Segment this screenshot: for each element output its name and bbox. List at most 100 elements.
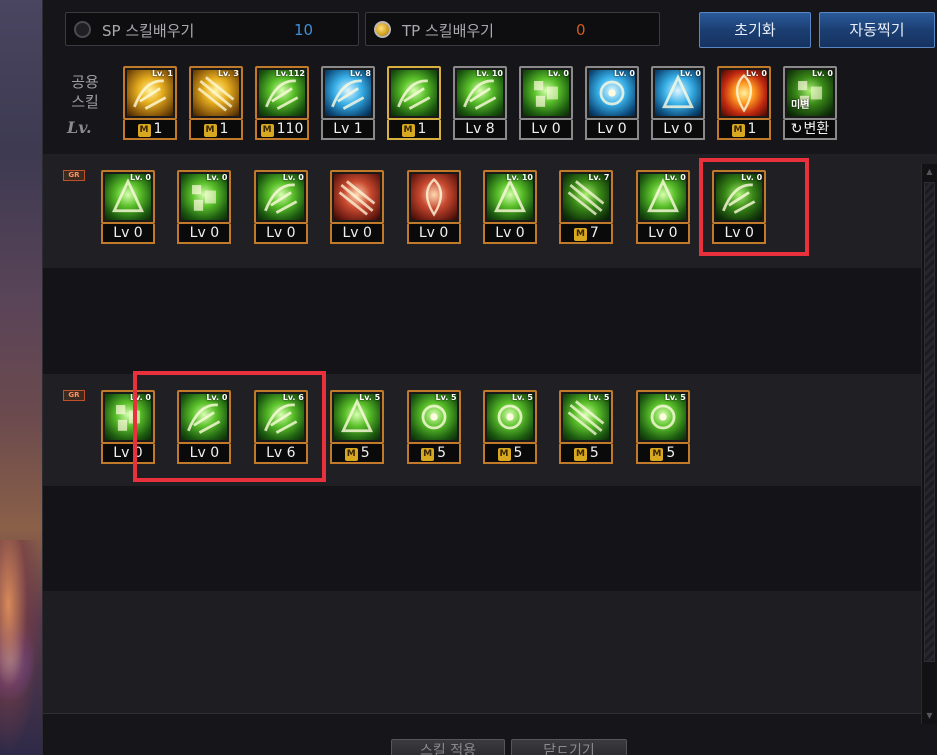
skill-slot[interactable]: Lv. 5 M5 (559, 390, 614, 464)
skill-icon-frame[interactable]: Lv. 5 (483, 390, 537, 444)
skill-slot[interactable]: Lv. 5 M5 (330, 390, 385, 464)
skill-slot[interactable]: Lv. 6 Lv 6 (253, 390, 308, 464)
skill-level: M5 (559, 444, 614, 464)
skill-slot[interactable]: Lv. 5 M5 (635, 390, 690, 464)
skill-level-value: Lv 0 (113, 225, 143, 241)
skill-icon-frame[interactable]: Lv. 7 (559, 170, 614, 224)
mastery-badge-icon: M (260, 124, 274, 137)
skill-icon-frame[interactable]: Lv. 0 (519, 66, 573, 120)
skill-icon-frame[interactable]: Lv. 3 (189, 66, 243, 120)
skill-icon-frame[interactable]: Lv. 0 미변 (783, 66, 837, 120)
skill-slot[interactable]: Lv. 0 Lv 0 (177, 390, 232, 464)
reset-button[interactable]: 초기화 (699, 12, 811, 48)
game-screen: SP 스킬배우기 10 TP 스킬배우기 0 초기화 자동찍기 공용 스킬 Lv… (0, 0, 937, 755)
skill-slot[interactable]: Lv. 0 Lv 0 (101, 170, 155, 244)
skill-slot[interactable]: Lv. 0 Lv 0 (253, 170, 308, 244)
skill-slot[interactable]: Lv. 0 미변 ↻변환 (783, 66, 837, 140)
sp-skill-toggle[interactable]: SP 스킬배우기 10 (65, 12, 359, 46)
skill-slot[interactable]: Lv. 5 M5 (483, 390, 537, 464)
skill-icon-frame[interactable]: Lv. 0 (177, 390, 232, 444)
scroll-down-icon[interactable]: ▼ (924, 710, 935, 722)
mastery-badge-icon: M (650, 448, 664, 461)
skill-max-level: Lv. 5 (664, 393, 686, 402)
skill-icon-frame[interactable]: Lv. 5 (559, 390, 614, 444)
skill-slot[interactable]: Lv. 0 Lv 0 (651, 66, 705, 140)
book-clock-icon (391, 70, 437, 116)
skill-icon-frame[interactable]: Lv. 8 (321, 66, 375, 120)
mastery-badge-icon: M (573, 228, 587, 241)
skill-slot[interactable]: Lv. 0 Lv 0 (712, 170, 767, 244)
scroll-thumb[interactable] (924, 182, 935, 662)
skill-max-level: Lv. 0 (206, 173, 228, 182)
skill-icon-frame[interactable]: Lv. 0 (717, 66, 771, 120)
skill-level-value: Lv 0 (418, 225, 449, 241)
skill-icon-frame[interactable]: Lv.112 (255, 66, 309, 120)
scroll-up-icon[interactable]: ▲ (924, 166, 935, 178)
apply-skills-button[interactable]: 스킬 적용 (391, 739, 505, 755)
skill-slot[interactable]: Lv 0 (406, 170, 461, 244)
skill-slot[interactable]: Lv. 5 M5 (406, 390, 461, 464)
skill-max-level: Lv. 10 (476, 69, 503, 78)
skill-icon-frame[interactable]: Lv. 5 (406, 390, 461, 444)
skill-max-level: Lv. 5 (511, 393, 533, 402)
skill-slot[interactable]: Lv. 1 M1 (123, 66, 177, 140)
skill-icon-frame[interactable] (406, 170, 461, 224)
skill-level-value: 5 (360, 445, 370, 461)
skill-max-level: Lv. 3 (217, 69, 239, 78)
skill-slot[interactable]: Lv. 0 Lv 0 (519, 66, 573, 140)
skill-level: Lv 0 (712, 224, 767, 244)
tp-radio[interactable] (374, 21, 391, 38)
skill-icon-frame[interactable] (387, 66, 441, 120)
skill-icon-frame[interactable]: Lv. 0 (635, 170, 690, 224)
skill-level-value: Lv 0 (342, 225, 372, 241)
skill-icon-frame[interactable]: Lv. 0 (651, 66, 705, 120)
skill-level: M5 (330, 444, 385, 464)
common-skills-label-line1: 공용 (71, 73, 99, 91)
skill-slot[interactable]: Lv. 10 Lv 8 (453, 66, 507, 140)
skill-icon-frame[interactable]: Lv. 0 (712, 170, 767, 224)
skill-icon-frame[interactable]: Lv. 0 (585, 66, 639, 120)
skill-window: SP 스킬배우기 10 TP 스킬배우기 0 초기화 자동찍기 공용 스킬 Lv… (42, 0, 937, 755)
skill-level-value: 1 (219, 121, 229, 137)
skill-icon-frame[interactable]: Lv. 0 (101, 170, 155, 224)
skill-level: M1 (717, 120, 771, 140)
skill-icon-frame[interactable]: Lv. 0 (101, 390, 155, 444)
skill-icon-frame[interactable]: Lv. 6 (253, 390, 308, 444)
skill-level-value: Lv 0 (495, 225, 525, 241)
skill-icon-frame[interactable]: Lv. 1 (123, 66, 177, 120)
skill-level-value: Lv 1 (333, 121, 363, 137)
skill-slot[interactable]: Lv. 8 Lv 1 (321, 66, 375, 140)
skill-max-level: Lv. 7 (588, 173, 610, 182)
skill-max-level: Lv. 5 (435, 393, 457, 402)
skill-icon-frame[interactable]: Lv. 5 (635, 390, 690, 444)
skill-max-level: Lv.112 (275, 69, 305, 78)
skill-slot[interactable]: Lv. 0 Lv 0 (635, 170, 690, 244)
skill-icon-frame[interactable]: Lv. 10 (483, 170, 537, 224)
scenery-glow (0, 620, 34, 700)
skill-slot[interactable]: M1 (387, 66, 441, 140)
skill-slot[interactable]: Lv. 0 Lv 0 (177, 170, 232, 244)
skill-slot[interactable]: Lv 0 (330, 170, 385, 244)
skill-slot[interactable]: Lv. 0 Lv 0 (585, 66, 639, 140)
skill-icon-frame[interactable]: Lv. 0 (253, 170, 308, 224)
skill-icon-frame[interactable]: Lv. 0 (177, 170, 232, 224)
auto-assign-button[interactable]: 자동찍기 (819, 12, 935, 48)
section-1-tag: GR (63, 170, 85, 181)
skill-icon-frame[interactable]: Lv. 10 (453, 66, 507, 120)
skill-slot[interactable]: Lv.112 M 110 (255, 66, 309, 140)
tp-skill-toggle[interactable]: TP 스킬배우기 0 (365, 12, 660, 46)
skill-slot[interactable]: Lv. 0 M1 (717, 66, 771, 140)
skill-slot[interactable]: Lv. 0 Lv 0 (101, 390, 155, 464)
skill-level-value: Lv 0 (597, 121, 627, 137)
skill-icon-frame[interactable]: Lv. 5 (330, 390, 385, 444)
mastery-badge-icon: M (137, 124, 151, 137)
skill-level: Lv 0 (651, 120, 705, 140)
skill-slot[interactable]: Lv. 7 M7 (559, 170, 614, 244)
sp-radio[interactable] (74, 21, 91, 38)
close-button[interactable]: 닫ㄷ기기 (511, 739, 627, 755)
skill-slot[interactable]: Lv. 3 M1 (189, 66, 243, 140)
skill-icon-frame[interactable] (330, 170, 385, 224)
skill-level-value: Lv 0 (531, 121, 561, 137)
skill-slot[interactable]: Lv. 10 Lv 0 (483, 170, 537, 244)
scrollbar[interactable]: ▲ ▼ (921, 164, 937, 724)
